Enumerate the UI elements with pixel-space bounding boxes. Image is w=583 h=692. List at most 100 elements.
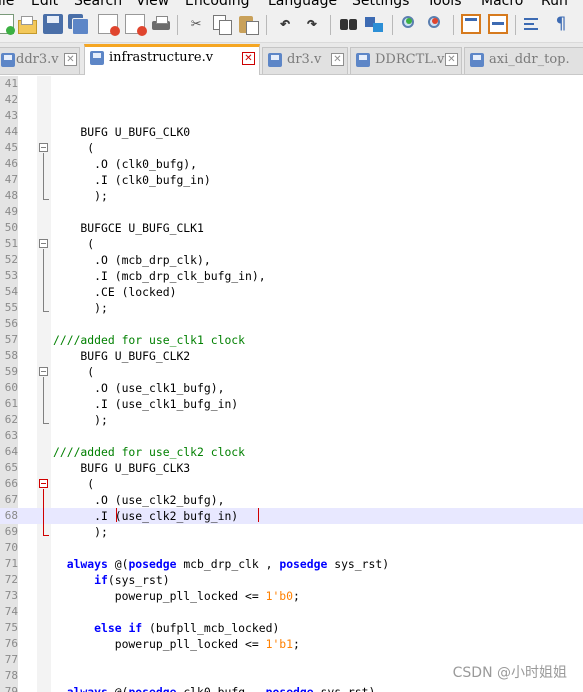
menu-view[interactable]: View	[136, 0, 169, 9]
tab-dr3[interactable]: dr3.v ✕	[262, 47, 348, 74]
code-line[interactable]: 63	[0, 428, 583, 444]
code-token: ;	[293, 589, 300, 603]
fold-toggle-icon[interactable]	[39, 143, 48, 152]
code-line[interactable]: 53 .I (mcb_drp_clk_bufg_in),	[0, 268, 583, 284]
code-line[interactable]: 71 always @(posedge mcb_drp_clk , posedg…	[0, 556, 583, 572]
tab-label: infrastructure.v	[109, 50, 214, 65]
fold-toggle-icon[interactable]	[39, 479, 48, 488]
zoom-out-icon[interactable]	[426, 14, 446, 34]
code-line[interactable]: 64 ////added for use_clk2 clock	[0, 444, 583, 460]
code-text: else if (bufpll_mcb_locked)	[53, 620, 279, 636]
code-text: .O (use_clk1_bufg),	[53, 380, 224, 396]
menu-file[interactable]: ile	[0, 0, 14, 9]
close-tab-icon[interactable]: ✕	[445, 53, 458, 66]
code-text: always @(posedge clk0_bufg , posedge sys…	[53, 684, 376, 692]
code-line[interactable]: 59 (	[0, 364, 583, 380]
line-number: 48	[4, 189, 18, 202]
menu-edit[interactable]: Edit	[31, 0, 58, 9]
code-line[interactable]: 69 );	[0, 524, 583, 540]
save-icon[interactable]	[43, 14, 63, 34]
menu-macro[interactable]: Macro	[481, 0, 523, 9]
code-line[interactable]: 65 BUFG U_BUFG_CLK3	[0, 460, 583, 476]
tab-axi-ddr-top[interactable]: axi_ddr_top.	[464, 47, 583, 74]
open-file-icon[interactable]	[17, 14, 37, 34]
menu-search[interactable]: Search	[74, 0, 122, 9]
menu-tools[interactable]: Tools	[427, 0, 462, 9]
code-line[interactable]: 73 powerup_pll_locked <= 1'b0;	[0, 588, 583, 604]
code-line[interactable]: 52 .O (mcb_drp_clk),	[0, 252, 583, 268]
menu-settings[interactable]: Settings	[352, 0, 409, 9]
close-tab-icon[interactable]: ✕	[331, 53, 344, 66]
code-text: always @(posedge mcb_drp_clk , posedge s…	[53, 556, 389, 572]
fold-end	[43, 311, 49, 312]
code-line[interactable]: 49	[0, 204, 583, 220]
code-line[interactable]: 61 .I (use_clk1_bufg_in)	[0, 396, 583, 412]
code-line[interactable]: 48 );	[0, 188, 583, 204]
code-line[interactable]: 44 BUFG U_BUFG_CLK0	[0, 124, 583, 140]
menu-run[interactable]: Run	[541, 0, 568, 9]
line-number: 51	[4, 237, 18, 250]
code-line[interactable]: 67 .O (use_clk2_bufg),	[0, 492, 583, 508]
save-all-icon[interactable]	[68, 14, 89, 35]
code-line[interactable]: 75 else if (bufpll_mcb_locked)	[0, 620, 583, 636]
line-number: 43	[4, 109, 18, 122]
code-line[interactable]: 41	[0, 76, 583, 92]
code-line[interactable]: 76 powerup_pll_locked <= 1'b1;	[0, 636, 583, 652]
number-token: 1'b0	[265, 589, 294, 603]
code-line[interactable]: 74	[0, 604, 583, 620]
code-text: .O (mcb_drp_clk),	[53, 252, 211, 268]
code-line[interactable]: 79 always @(posedge clk0_bufg , posedge …	[0, 684, 583, 692]
tab-ddrctl[interactable]: DDRCTL.v ✕	[350, 47, 462, 74]
fold-line	[43, 249, 44, 311]
line-number: 76	[4, 637, 18, 650]
fold-toggle-icon[interactable]	[39, 367, 48, 376]
code-text: powerup_pll_locked <= 1'b0;	[53, 588, 300, 604]
sync-vertical-icon[interactable]	[461, 14, 481, 34]
code-line[interactable]: 54 .CE (locked)	[0, 284, 583, 300]
new-file-icon[interactable]	[0, 14, 15, 35]
menu-language[interactable]: Language	[268, 0, 337, 9]
replace-icon[interactable]	[365, 14, 385, 34]
close-all-icon[interactable]	[125, 14, 147, 36]
close-icon[interactable]	[98, 14, 120, 36]
code-line[interactable]: 42	[0, 92, 583, 108]
sync-horizontal-icon[interactable]	[488, 14, 508, 34]
copy-icon[interactable]	[212, 14, 232, 35]
tab-ddr3[interactable]: ddr3.v ✕	[0, 47, 80, 74]
code-line[interactable]: 58 BUFG U_BUFG_CLK2	[0, 348, 583, 364]
close-tab-icon[interactable]: ✕	[64, 53, 77, 66]
redo-icon[interactable]: ↷	[302, 14, 322, 34]
fold-toggle-icon[interactable]	[39, 239, 48, 248]
code-line[interactable]: 51 (	[0, 236, 583, 252]
code-line[interactable]: 70	[0, 540, 583, 556]
keyword-token: posedge	[279, 557, 328, 571]
current-line[interactable]: 68 .I (use_clk2_bufg_in)	[0, 508, 583, 524]
code-editor[interactable]: 41 42 43 44 BUFG U_BUFG_CLK0 45 (46 .O (clk0…	[0, 76, 583, 692]
code-token: (bufpll_mcb_locked)	[142, 621, 280, 635]
code-line[interactable]: 56	[0, 316, 583, 332]
code-line[interactable]: 43	[0, 108, 583, 124]
close-tab-icon[interactable]: ✕	[242, 52, 255, 65]
show-all-chars-icon[interactable]: ¶	[551, 14, 571, 34]
undo-icon[interactable]: ↶	[275, 14, 295, 34]
cut-icon[interactable]: ✂	[186, 14, 206, 34]
code-line[interactable]: 62 );	[0, 412, 583, 428]
code-line[interactable]: 57 ////added for use_clk1 clock	[0, 332, 583, 348]
code-line[interactable]: 47 .I (clk0_bufg_in)	[0, 172, 583, 188]
find-icon[interactable]	[339, 14, 359, 34]
code-line[interactable]: 72 if(sys_rst)	[0, 572, 583, 588]
code-line[interactable]: 46 .O (clk0_bufg),	[0, 156, 583, 172]
line-number: 66	[4, 477, 18, 490]
code-line[interactable]: 45 (	[0, 140, 583, 156]
word-wrap-icon[interactable]	[522, 14, 542, 34]
zoom-in-icon[interactable]	[400, 14, 420, 34]
code-line[interactable]: 66 (	[0, 476, 583, 492]
paste-icon[interactable]	[238, 14, 259, 35]
menu-encoding[interactable]: Encoding	[185, 0, 250, 9]
code-line[interactable]: 55 );	[0, 300, 583, 316]
code-line[interactable]: 60 .O (use_clk1_bufg),	[0, 380, 583, 396]
print-icon[interactable]	[151, 14, 171, 34]
tab-infrastructure[interactable]: infrastructure.v ✕	[84, 44, 260, 75]
line-number: 60	[4, 381, 18, 394]
code-line[interactable]: 50 BUFGCE U_BUFG_CLK1	[0, 220, 583, 236]
